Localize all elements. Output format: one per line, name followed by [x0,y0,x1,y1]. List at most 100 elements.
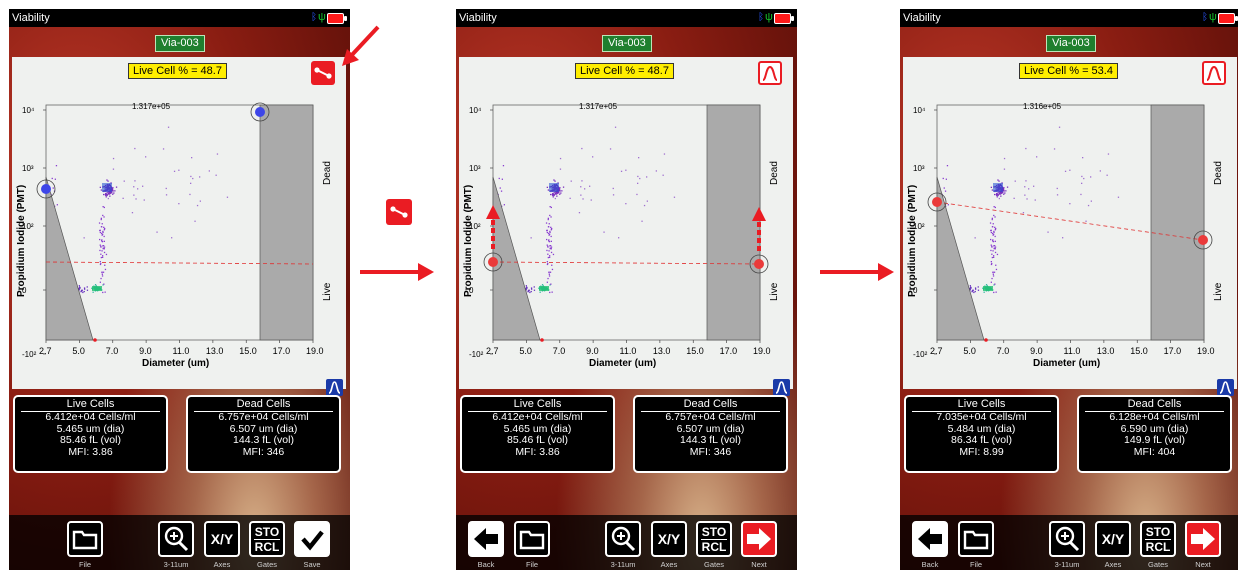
scatter-point [83,237,85,239]
next-arrow-icon [1191,528,1215,550]
curve-fit-icon[interactable] [326,379,343,396]
next-button[interactable] [1185,521,1221,557]
axes-button[interactable]: X/Y [204,521,240,557]
scatter-point [990,244,992,246]
battery-icon [774,13,794,24]
scatter-point [101,271,103,273]
scatter-point [1081,175,1083,178]
save-label: Save [303,560,321,569]
scatter-point [1004,192,1006,194]
scatter-point [112,168,115,170]
x-tick-label: 2.7 [486,346,499,356]
scatter-point [625,169,627,171]
viability-scatter-plot[interactable]: 10⁴10³10²0-10² 2.7 5.0 7.0 9.0 11.0 13.0 15.0 17… [459,57,793,389]
scatter-point [541,284,544,286]
dead-region-label: Dead [769,161,780,185]
gates-button[interactable]: STO RCL [249,521,285,557]
scatter-point [552,253,555,256]
scatter-point [165,194,168,196]
battery-icon [1218,13,1238,24]
zoom-button[interactable] [1049,521,1085,557]
scatter-point [589,185,591,187]
scatter-point [1003,168,1006,170]
scatter-point [992,273,994,275]
scatter-point [56,204,58,206]
curve-fit-icon[interactable] [1217,379,1234,396]
scatter-point [1025,180,1027,182]
back-button[interactable] [468,521,504,557]
scatter-point [101,223,103,225]
back-button[interactable] [912,521,948,557]
right-gate-region [706,104,761,341]
scatter-point [99,263,102,266]
pointer-arrow [342,25,380,66]
scatter-point [92,291,94,293]
top-count-label: 1.317e+05 [132,102,171,111]
next-label: Next [1195,560,1211,569]
scatter-point [995,264,997,266]
next-button[interactable] [741,521,777,557]
scatter-point [992,226,994,228]
scatter-point [1003,193,1005,195]
scatter-point [996,196,998,198]
dense-cluster-dead [549,183,559,192]
x-tick-label: 5.0 [72,346,85,356]
bottom-toolbar: File 3-11um X/Y Axes STO RCL Gates Save [9,515,350,570]
scatter-point [1117,196,1120,198]
live-cells-mfi: MFI: 8.99 [959,445,1004,458]
back-arrow-icon [918,528,942,550]
zoom-button[interactable] [605,521,641,557]
scatter-point [1028,188,1030,190]
scatter-point [590,199,592,201]
scatter-point [533,286,535,288]
file-button[interactable] [514,521,550,557]
gates-button[interactable]: STO RCL [696,521,732,557]
x-axis-label: Diameter (um) [589,358,656,369]
top-count-label: 1.316e+05 [1023,102,1062,111]
folder-icon [963,530,989,550]
file-button[interactable] [958,521,994,557]
axes-label: Axes [213,560,231,569]
y-tick-label: -10² [913,350,928,359]
live-region-label: Live [322,282,333,301]
next-label: Next [751,560,767,569]
scatter-point [646,176,648,178]
scatter-point [100,217,102,219]
scatter-point [501,178,503,180]
save-button[interactable] [294,521,330,557]
zoom-button[interactable] [158,521,194,557]
file-label: File [525,560,539,569]
scatter-point [191,157,193,159]
scatter-point [991,217,993,219]
app-title: Viability [12,12,50,24]
scatter-point [1058,126,1061,128]
scatter-point [637,182,639,184]
scatter-point [993,214,995,217]
dead-cells-volume: 144.3 fL (vol) [233,434,294,446]
scatter-point [550,216,552,218]
x-axis-label: Diameter (um) [1033,358,1100,369]
viability-scatter-plot[interactable]: 10⁴10³10²0-10² 2.7 5.0 7.0 9.0 11.0 13.0 15.0 17… [12,57,346,389]
scatter-point [51,177,53,180]
scatter-point [114,190,116,192]
viability-scatter-plot[interactable]: 10⁴10³10²0-10² 2.7 5.0 7.0 9.0 11.0 13.0 15.0 17… [903,57,1237,389]
live-cells-concentration: 7.035e+04 Cells/ml [936,411,1027,423]
scatter-point [1047,231,1049,233]
y-axis-label: Propidium Iodide (PMT) [463,185,474,297]
file-button[interactable] [67,521,103,557]
axes-button[interactable]: X/Y [651,521,687,557]
scatter-point [546,229,548,231]
scatter-point [993,230,995,233]
axes-button[interactable]: X/Y [1095,521,1131,557]
bluetooth-icon: ᛒ [758,12,764,23]
curve-fit-icon[interactable] [773,379,790,396]
left-gate-region [45,176,94,341]
scatter-point [86,289,89,291]
scatter-point [1081,182,1083,184]
gates-button[interactable]: STO RCL [1140,521,1176,557]
x-tick-label: 11.0 [173,346,190,356]
live-cells-box: Live Cells 6.412e+04 Cells/ml 5.465 um (… [460,395,615,473]
scatter-point [990,261,992,263]
scatter-point [946,165,949,167]
next-arrow-icon [747,528,771,550]
